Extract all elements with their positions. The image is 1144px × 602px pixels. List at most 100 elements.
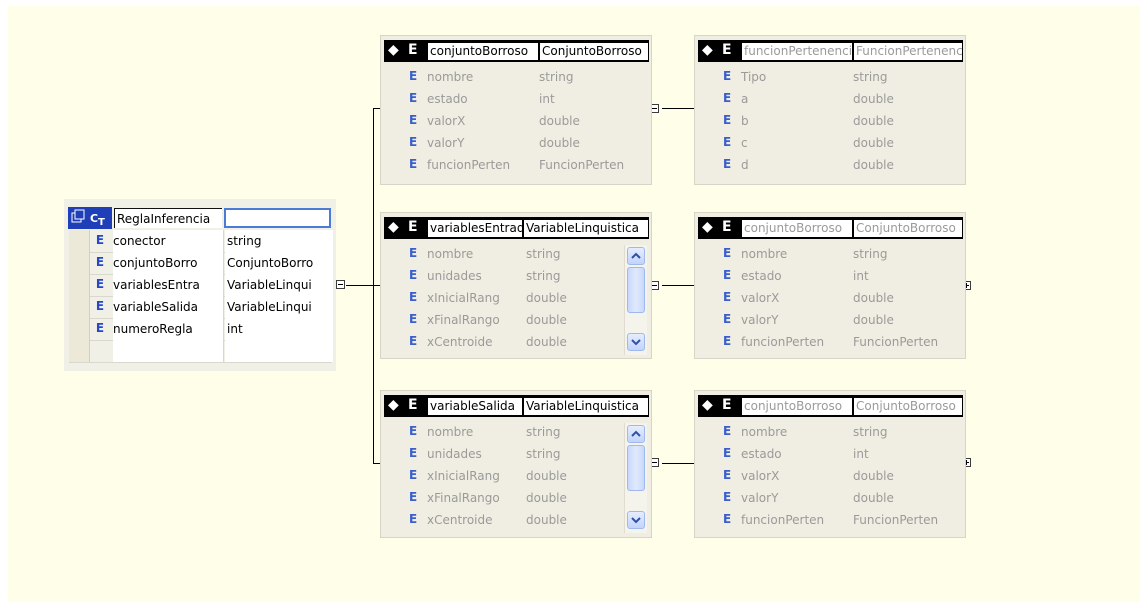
scrollbar-thumb[interactable] xyxy=(627,267,645,313)
entity-type[interactable]: FuncionPertenencia xyxy=(854,43,962,60)
item-name: estado xyxy=(741,447,782,461)
scroll-up-icon[interactable] xyxy=(627,247,645,265)
list-item[interactable]: EvalorX double xyxy=(695,287,960,309)
table-row[interactable]: E numeroRegla int xyxy=(69,318,333,341)
entity-variablesentrada[interactable]: ◆ E variablesEntrada VariableLinquistica… xyxy=(380,212,652,359)
entity-name[interactable]: variableSalida xyxy=(428,398,523,415)
entity-type[interactable]: ConjuntoBorroso xyxy=(854,220,962,237)
item-type: double xyxy=(526,491,567,505)
scrollbar-thumb[interactable] xyxy=(627,445,645,491)
root-grid-reglainferencia[interactable]: C T ReglaInferencia E conector string E … xyxy=(64,199,336,371)
row-name[interactable]: variablesEntra xyxy=(113,274,224,296)
entity-variablesalida[interactable]: ◆ E variableSalida VariableLinquistica E… xyxy=(380,390,652,538)
list-item[interactable]: Enombre string xyxy=(381,66,646,88)
entity-name[interactable]: conjuntoBorroso xyxy=(742,220,853,237)
entity-conjuntoborroso-2[interactable]: ◆ E conjuntoBorroso ConjuntoBorroso Enom… xyxy=(694,212,966,359)
row-type[interactable]: VariableLinqui xyxy=(225,296,333,318)
row-type[interactable]: VariableLinqui xyxy=(225,274,333,296)
element-icon: E xyxy=(409,135,418,149)
list-item[interactable]: ExFinalRango double xyxy=(381,487,646,509)
item-name: estado xyxy=(427,92,468,106)
row-name[interactable]: numeroRegla xyxy=(113,318,224,340)
list-item[interactable]: E Tipo string xyxy=(695,66,960,88)
entity-name[interactable]: funcionPertenencia xyxy=(742,43,853,60)
scrollbar[interactable] xyxy=(624,245,647,355)
entity-type[interactable]: ConjuntoBorroso xyxy=(854,398,962,415)
row-type[interactable]: string xyxy=(225,230,333,252)
collapse-icon[interactable] xyxy=(336,280,345,289)
row-name[interactable]: conjuntoBorro xyxy=(113,252,224,274)
list-item[interactable]: Enombre string xyxy=(695,421,960,443)
row-type[interactable]: ConjuntoBorro xyxy=(225,252,333,274)
table-row[interactable]: E conjuntoBorro ConjuntoBorro xyxy=(69,252,333,275)
scrollbar[interactable] xyxy=(624,423,647,533)
element-icon: E xyxy=(723,424,732,438)
entity-header: ◆ E conjuntoBorroso ConjuntoBorroso xyxy=(698,395,963,417)
scroll-up-icon[interactable] xyxy=(627,425,645,443)
item-type: FuncionPerten xyxy=(539,158,625,172)
list-item[interactable]: Ed double xyxy=(695,154,960,176)
list-item[interactable]: Enombre string xyxy=(695,243,960,265)
entity-name[interactable]: variablesEntrada xyxy=(428,220,523,237)
list-item[interactable]: Eestado int xyxy=(381,88,646,110)
element-icon: E xyxy=(95,277,105,291)
complex-type-icon: C T xyxy=(68,207,112,229)
list-item[interactable]: Eunidades string xyxy=(381,443,646,465)
element-icon: E xyxy=(409,446,418,460)
list-item[interactable]: Ec double xyxy=(695,132,960,154)
list-item[interactable]: ExInicialRang double xyxy=(381,287,646,309)
scroll-down-icon[interactable] xyxy=(627,333,645,351)
entity-type[interactable]: VariableLinquistica xyxy=(524,398,648,415)
root-header: C T ReglaInferencia xyxy=(68,207,332,229)
list-item[interactable]: EvalorY double xyxy=(695,487,960,509)
row-name[interactable]: variableSalida xyxy=(113,296,224,318)
list-item[interactable]: Eestado int xyxy=(695,265,960,287)
table-row-empty[interactable] xyxy=(69,340,333,363)
scroll-down-icon[interactable] xyxy=(627,511,645,529)
item-type: string xyxy=(853,425,888,439)
table-row[interactable]: E variableSalida VariableLinqui xyxy=(69,296,333,319)
row-name[interactable]: conector xyxy=(113,230,224,252)
item-name: funcionPerten xyxy=(741,335,825,349)
entity-type[interactable]: ConjuntoBorroso xyxy=(540,43,648,60)
list-item[interactable]: EvalorX double xyxy=(381,110,646,132)
entity-name[interactable]: conjuntoBorroso xyxy=(428,43,539,60)
list-item[interactable]: EvalorX double xyxy=(695,465,960,487)
item-type: double xyxy=(526,335,567,349)
list-item[interactable]: ExFinalRango double xyxy=(381,309,646,331)
list-item[interactable]: EfuncionPerten FuncionPerten xyxy=(695,509,960,531)
item-name: c xyxy=(741,136,748,150)
list-item[interactable]: Eunidades string xyxy=(381,265,646,287)
table-row[interactable]: E conector string xyxy=(69,230,333,253)
item-type: double xyxy=(853,136,894,150)
entity-conjuntoborroso-1[interactable]: ◆ E conjuntoBorroso ConjuntoBorroso Enom… xyxy=(380,35,652,185)
element-icon: E xyxy=(409,424,418,438)
entity-name[interactable]: conjuntoBorroso xyxy=(742,398,853,415)
table-row[interactable]: E variablesEntra VariableLinqui xyxy=(69,274,333,297)
list-item[interactable]: ExCentroide double xyxy=(381,331,646,353)
list-item[interactable]: ExCentroide double xyxy=(381,509,646,531)
root-type-field[interactable] xyxy=(224,208,331,228)
item-type: string xyxy=(526,447,561,461)
element-icon: E xyxy=(409,512,418,526)
list-item[interactable]: EfuncionPerten FuncionPerten xyxy=(695,331,960,353)
entity-funcionpertenencia[interactable]: ◆ E funcionPertenencia FuncionPertenenci… xyxy=(694,35,966,185)
item-name: xInicialRang xyxy=(427,469,500,483)
list-item[interactable]: Eestado int xyxy=(695,443,960,465)
list-item[interactable]: EvalorY double xyxy=(695,309,960,331)
row-type[interactable]: int xyxy=(225,318,333,340)
list-item[interactable]: Enombre string xyxy=(381,243,646,265)
list-item[interactable]: Eb double xyxy=(695,110,960,132)
row-name[interactable] xyxy=(113,340,224,362)
entity-conjuntoborroso-3[interactable]: ◆ E conjuntoBorroso ConjuntoBorroso Enom… xyxy=(694,390,966,538)
element-icon: E xyxy=(723,268,732,282)
entity-type[interactable]: VariableLinquistica xyxy=(524,220,648,237)
item-type: string xyxy=(853,70,888,84)
list-item[interactable]: Enombre string xyxy=(381,421,646,443)
root-name[interactable]: ReglaInferencia xyxy=(114,208,222,228)
list-item[interactable]: EfuncionPerten FuncionPerten xyxy=(381,154,646,176)
list-item[interactable]: Ea double xyxy=(695,88,960,110)
row-type[interactable] xyxy=(225,340,333,362)
list-item[interactable]: ExInicialRang double xyxy=(381,465,646,487)
list-item[interactable]: EvalorY double xyxy=(381,132,646,154)
